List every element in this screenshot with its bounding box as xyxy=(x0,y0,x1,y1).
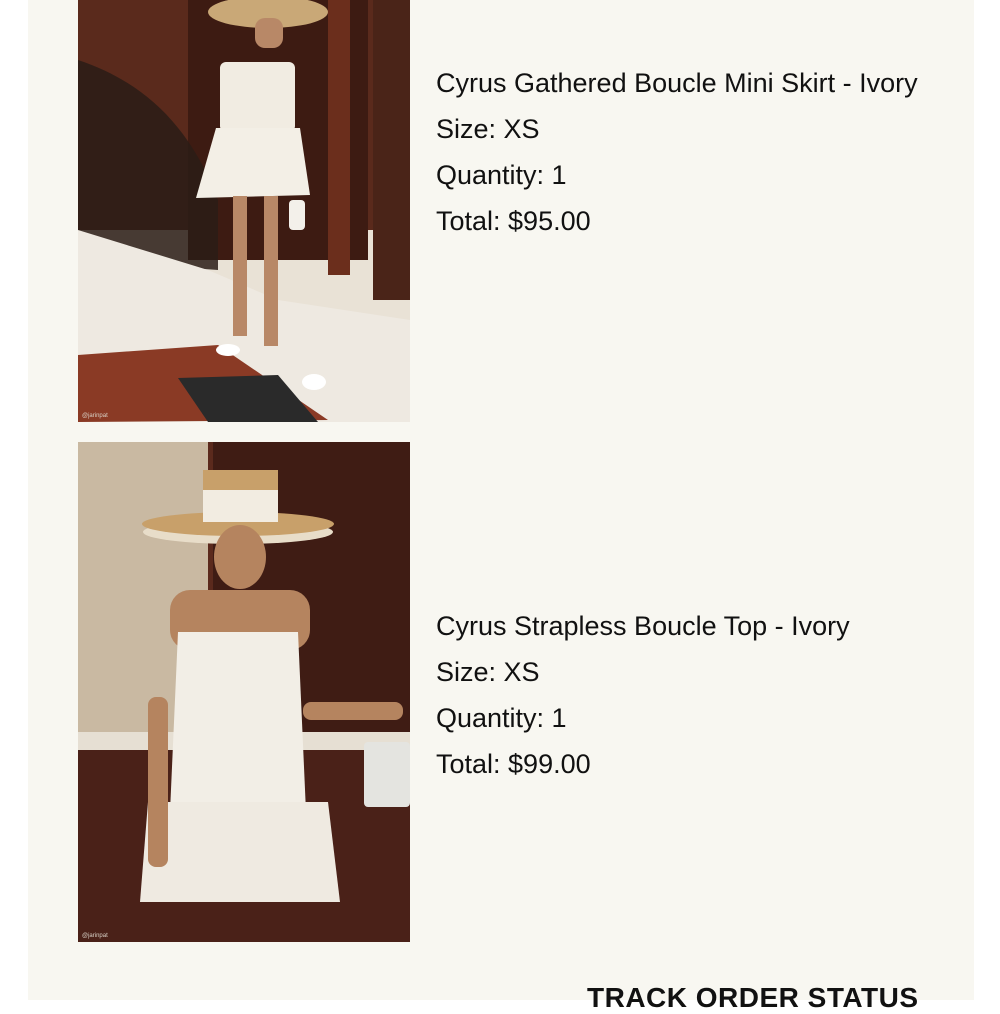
product-image-skirt[interactable]: @jarinpat xyxy=(78,0,410,422)
product-quantity: Quantity: 1 xyxy=(436,703,567,733)
product-name[interactable]: Cyrus Gathered Boucle Mini Skirt - Ivory xyxy=(436,60,936,106)
product-photo-top xyxy=(78,442,410,942)
photo-credit: @jarinpat xyxy=(82,413,108,419)
product-name[interactable]: Cyrus Strapless Boucle Top - Ivory xyxy=(436,603,936,649)
product-size: Size: XS xyxy=(436,114,540,144)
track-order-status-link[interactable]: TRACK ORDER STATUS xyxy=(587,982,919,1014)
photo-credit: @jarinpat xyxy=(82,933,108,939)
product-quantity: Quantity: 1 xyxy=(436,160,567,190)
product-total: Total: $95.00 xyxy=(436,206,591,236)
product-image-top[interactable]: @jarinpat xyxy=(78,442,410,942)
product-photo-skirt xyxy=(78,0,410,422)
order-item-details: Cyrus Strapless Boucle Top - Ivory Size:… xyxy=(436,603,936,787)
order-item-details: Cyrus Gathered Boucle Mini Skirt - Ivory… xyxy=(436,60,936,244)
product-total: Total: $99.00 xyxy=(436,749,591,779)
product-size: Size: XS xyxy=(436,657,540,687)
